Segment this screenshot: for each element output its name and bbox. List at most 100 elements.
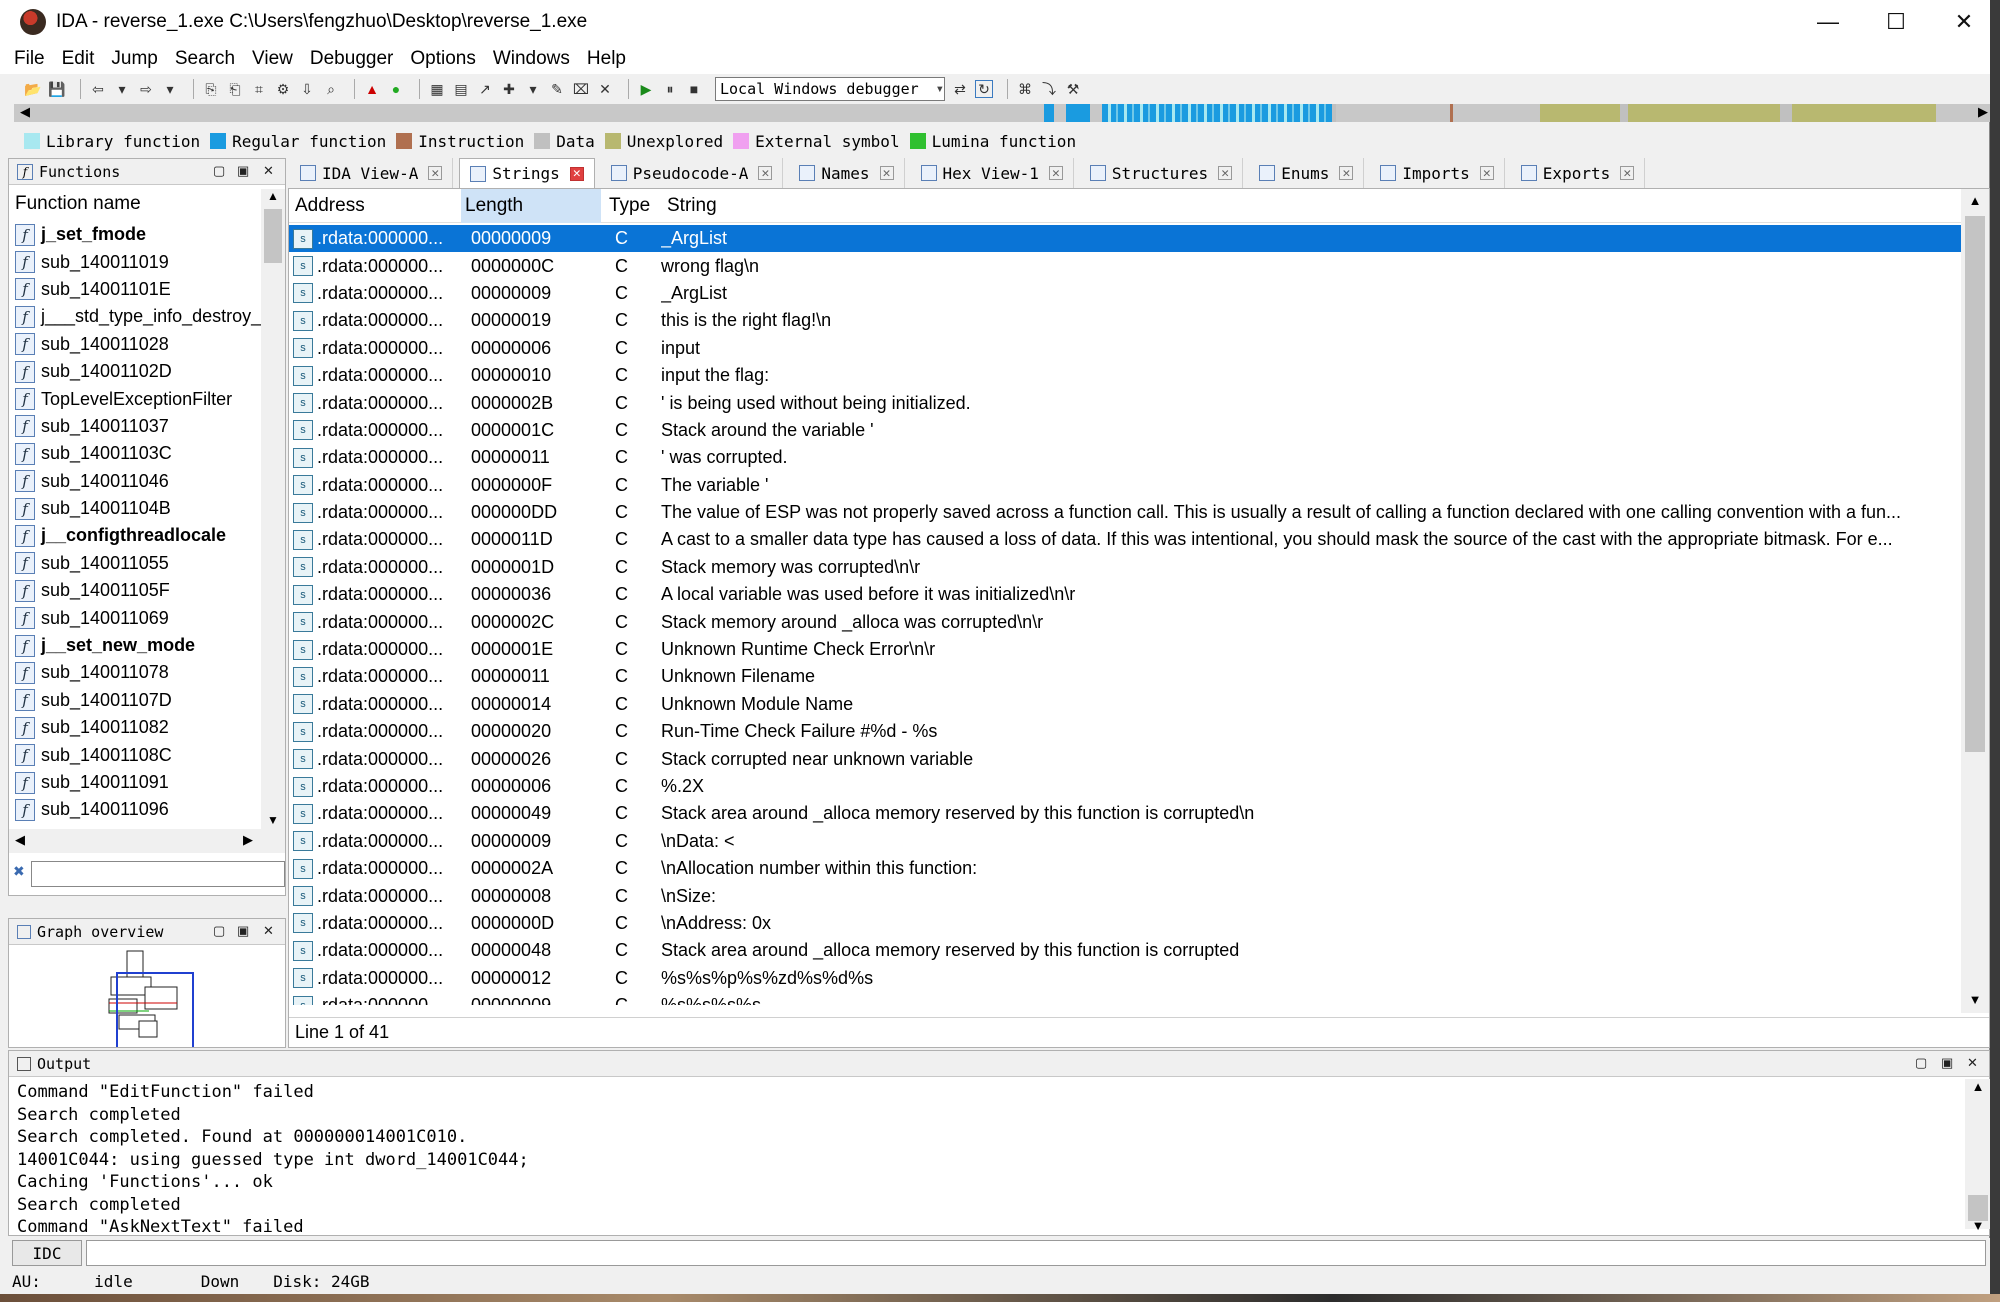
tab-close-icon[interactable]: ✕: [1479, 166, 1494, 181]
tab-ida-view-a[interactable]: IDA View-A ✕: [290, 158, 454, 188]
step-icon[interactable]: ⤵: [1040, 80, 1058, 98]
function-row[interactable]: f sub_140011028: [9, 331, 261, 358]
function-row[interactable]: f j__configthreadlocale: [9, 522, 261, 549]
tab-close-icon[interactable]: ✕: [428, 166, 443, 181]
graph-overview-canvas[interactable]: [9, 947, 285, 1047]
tab-strings[interactable]: Strings ✕: [459, 158, 595, 188]
functions-vscrollbar[interactable]: ▲ ▼: [261, 189, 285, 829]
patch-icon[interactable]: ⚙: [274, 80, 292, 98]
menu-windows[interactable]: Windows: [493, 48, 570, 70]
string-row[interactable]: s .rdata:000000... 00000009 C \nData: <: [289, 828, 1961, 855]
function-row[interactable]: f j__set_new_mode: [9, 632, 261, 659]
tab-close-icon[interactable]: ✕: [1048, 166, 1063, 181]
functions-filter-input[interactable]: [31, 861, 285, 887]
delete-icon[interactable]: ✕: [596, 80, 614, 98]
function-row[interactable]: f sub_140011096: [9, 796, 261, 823]
scroll-down-icon[interactable]: ▼: [261, 813, 285, 827]
tab-close-icon[interactable]: ✕: [758, 166, 773, 181]
panel-float-icon[interactable]: ▢: [213, 923, 225, 939]
column-address[interactable]: Address: [289, 195, 461, 217]
function-row[interactable]: f sub_140011082: [9, 714, 261, 741]
function-row[interactable]: f sub_140011091: [9, 769, 261, 796]
scroll-left-icon[interactable]: ◀: [15, 832, 25, 848]
close-window-button[interactable]: ✕: [1930, 0, 1998, 44]
tab-close-icon[interactable]: ✕: [879, 166, 894, 181]
string-row[interactable]: s .rdata:000000... 0000001C C Stack around t…: [289, 417, 1961, 444]
string-row[interactable]: s .rdata:000000... 00000011 C ' was corrupte…: [289, 444, 1961, 471]
download-icon[interactable]: ⇩: [298, 80, 316, 98]
tab-pseudocode-a[interactable]: Pseudocode-A ✕: [600, 158, 784, 188]
panel-pin-icon[interactable]: ▣: [237, 163, 249, 179]
debugger-select[interactable]: Local Windows debugger ▾: [715, 77, 945, 101]
string-row[interactable]: s .rdata:000000... 0000002B C ' is being use…: [289, 389, 1961, 416]
scroll-down-icon[interactable]: ▼: [1965, 1218, 1991, 1233]
function-row[interactable]: f sub_14001107D: [9, 687, 261, 714]
column-length[interactable]: Length: [461, 188, 601, 223]
breakpoint-icon[interactable]: ✎: [548, 80, 566, 98]
open-file-icon[interactable]: 📂: [24, 80, 42, 98]
plugin-icon[interactable]: ✚: [500, 80, 518, 98]
string-row[interactable]: s .rdata:000000...00000009C%s%s%s%s: [289, 992, 1961, 1005]
string-row[interactable]: s .rdata:000000... 00000010 Cinput the flag…: [289, 362, 1961, 389]
tab-close-icon[interactable]: ✕: [1339, 166, 1354, 181]
trace-icon[interactable]: ⌘: [1016, 80, 1034, 98]
panel-float-icon[interactable]: ▢: [1915, 1055, 1927, 1071]
plugin-dropdown-icon[interactable]: ▾: [524, 80, 542, 98]
string-row[interactable]: s .rdata:000000... 00000008 C \nSize:: [289, 882, 1961, 909]
function-row[interactable]: f sub_14001102D: [9, 358, 261, 385]
panel-close-icon[interactable]: ✕: [263, 923, 274, 939]
string-row[interactable]: s .rdata:000000... 0000002C C Stack memory a…: [289, 608, 1961, 635]
run-green-icon[interactable]: ●: [387, 80, 405, 98]
function-row[interactable]: f sub_14001101E: [9, 276, 261, 303]
panel-pin-icon[interactable]: ▣: [237, 923, 249, 939]
refresh-icon[interactable]: ↻: [975, 80, 993, 98]
string-row[interactable]: s .rdata:000000... 00000036 C A local variab…: [289, 581, 1961, 608]
tab-hex-view-1[interactable]: Hex View-1 ✕: [910, 158, 1074, 188]
string-row[interactable]: s .rdata:000000... 00000009 C _ArgList: [289, 225, 1961, 253]
function-row[interactable]: f j_set_fmode: [9, 221, 261, 248]
paste-icon[interactable]: ⎗: [226, 80, 244, 98]
forward-arrow-icon[interactable]: ⇨: [137, 80, 155, 98]
function-row[interactable]: f sub_14001104B: [9, 495, 261, 522]
menu-search[interactable]: Search: [175, 48, 235, 70]
panel-pin-icon[interactable]: ▣: [1941, 1055, 1953, 1071]
panel-float-icon[interactable]: ▢: [213, 163, 225, 179]
string-row[interactable]: s .rdata:000000... 0000000D C \nAddress: 0x: [289, 910, 1961, 937]
menu-debugger[interactable]: Debugger: [310, 48, 393, 70]
zoom-icon[interactable]: ⌕: [322, 80, 340, 98]
scroll-thumb[interactable]: [1965, 216, 1985, 752]
menu-jump[interactable]: Jump: [111, 48, 157, 70]
maximize-button[interactable]: ☐: [1862, 0, 1930, 44]
function-row[interactable]: f sub_140011078: [9, 659, 261, 686]
save-icon[interactable]: 💾: [48, 80, 66, 98]
scroll-up-icon[interactable]: ▲: [1965, 1079, 1991, 1094]
nav-right-arrow-icon[interactable]: ▶: [1978, 104, 1988, 120]
string-row[interactable]: s .rdata:000000... 00000020 C Run-Time Check…: [289, 718, 1961, 745]
tab-names[interactable]: Names ✕: [789, 158, 905, 188]
string-row[interactable]: s .rdata:000000... 00000014 C Unknown Module…: [289, 691, 1961, 718]
output-vscrollbar[interactable]: ▲ ▼: [1965, 1079, 1991, 1233]
menu-help[interactable]: Help: [587, 48, 626, 70]
function-row[interactable]: f sub_14001103C: [9, 440, 261, 467]
scroll-thumb[interactable]: [264, 209, 282, 263]
string-row[interactable]: s .rdata:000000... 0000002A C \nAllocation n…: [289, 855, 1961, 882]
idc-button[interactable]: IDC: [12, 1240, 82, 1266]
tab-enums[interactable]: Enums ✕: [1249, 158, 1365, 188]
tab-close-icon[interactable]: ✕: [1620, 166, 1635, 181]
navigation-band[interactable]: ◀ ▶: [14, 104, 1990, 122]
function-row[interactable]: f sub_14001108C: [9, 741, 261, 768]
function-row[interactable]: f sub_140011037: [9, 413, 261, 440]
string-row[interactable]: s .rdata:000000... 00000049 C Stack area aro…: [289, 800, 1961, 827]
forward-dropdown-icon[interactable]: ▾: [161, 80, 179, 98]
attach-icon[interactable]: ⇄: [951, 80, 969, 98]
function-name-header[interactable]: Function name: [9, 189, 261, 219]
panel-close-icon[interactable]: ✕: [263, 163, 274, 179]
start-debugger-icon[interactable]: ▶: [637, 80, 655, 98]
panel-close-icon[interactable]: ✕: [1967, 1055, 1978, 1071]
menu-view[interactable]: View: [252, 48, 293, 70]
string-row[interactable]: s .rdata:000000... 0000011D C A cast to a sm…: [289, 526, 1961, 553]
menu-file[interactable]: File: [14, 48, 45, 70]
back-arrow-icon[interactable]: ⇦: [89, 80, 107, 98]
string-row[interactable]: s .rdata:000000... 00000009 C _ArgList: [289, 280, 1961, 307]
string-row[interactable]: s .rdata:000000... 00000012 C %s%s%p%s%zd%s%…: [289, 965, 1961, 992]
